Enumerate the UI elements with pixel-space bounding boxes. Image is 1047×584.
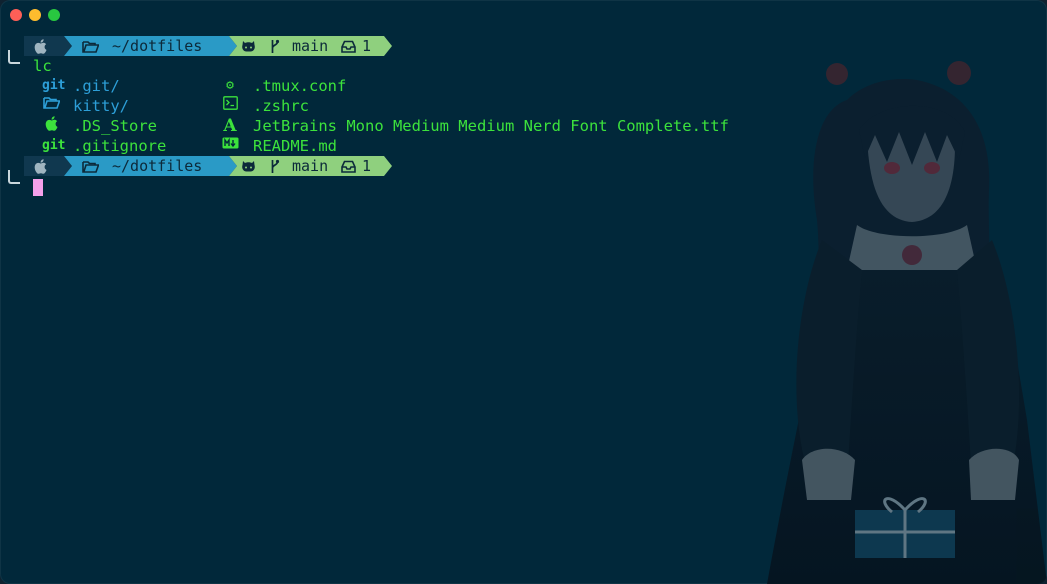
prompt-bracket [8,50,20,64]
git-icon: git [42,138,66,153]
terminal-window[interactable]: ~/dotfiles main 1 lc git .git/ ⚙ .tmux.conf… [0,0,1047,584]
git-icon: git [42,78,66,93]
inbox-icon [341,156,356,176]
git-branch-icon [270,156,280,176]
apple-icon [30,156,50,176]
ls-output: git .git/⚙ .tmux.conf kitty/.zshrc .DS_Store… [0,76,1047,156]
file-name: README.md [253,137,337,155]
command-line: lc [0,50,1047,76]
close-button[interactable] [10,9,22,21]
terminal-content[interactable]: ~/dotfiles main 1 lc git .git/ ⚙ .tmux.conf… [0,36,1047,196]
prompt-line: ~/dotfiles main 1 [0,36,1047,56]
file-name: .git/ [73,77,120,95]
file-name: kitty/ [73,97,129,115]
file-name: .DS_Store [73,117,157,135]
github-icon [241,36,256,56]
minimize-button[interactable] [29,9,41,21]
prompt-path: ~/dotfiles [112,37,203,55]
command-text: lc [33,57,52,75]
file-name: .zshrc [253,97,309,115]
terminal-icon [221,96,239,117]
zoom-button[interactable] [48,9,60,21]
inbox-icon [341,36,356,56]
prompt-changes-count: 1 [362,37,372,55]
prompt-bracket [8,170,20,184]
github-icon [241,156,256,176]
file-name: JetBrains Mono Medium Medium Nerd Font C… [253,117,729,135]
apple-icon [42,116,60,138]
ls-row: kitty/ .zshrc [0,96,1047,116]
markdown-icon [221,136,239,156]
ls-row: git .git/ ⚙ .tmux.conf [0,76,1047,96]
prompt-path: ~/dotfiles [112,157,203,175]
file-name: .gitignore [73,137,167,155]
git-branch-icon [270,36,280,56]
font-icon: A [223,116,237,136]
powerline-prompt [24,156,392,176]
text-cursor [33,179,43,196]
ls-row: git .gitignore README.md [0,136,1047,156]
apple-icon [30,36,50,56]
file-name: .tmux.conf [253,77,347,95]
folder-icon [42,96,61,116]
ls-row: .DS_Store A JetBrains Mono Medium Medium N… [0,116,1047,136]
gear-icon: ⚙ [226,78,234,93]
prompt-branch: main [292,37,329,55]
folder-open-icon [82,156,99,176]
prompt-line: ~/dotfiles main 1 [0,156,1047,176]
input-line[interactable] [0,170,1047,196]
title-bar[interactable] [0,0,1047,30]
prompt-branch: main [292,157,329,175]
prompt-changes-count: 1 [362,157,372,175]
powerline-prompt [24,36,392,56]
folder-open-icon [82,36,99,56]
